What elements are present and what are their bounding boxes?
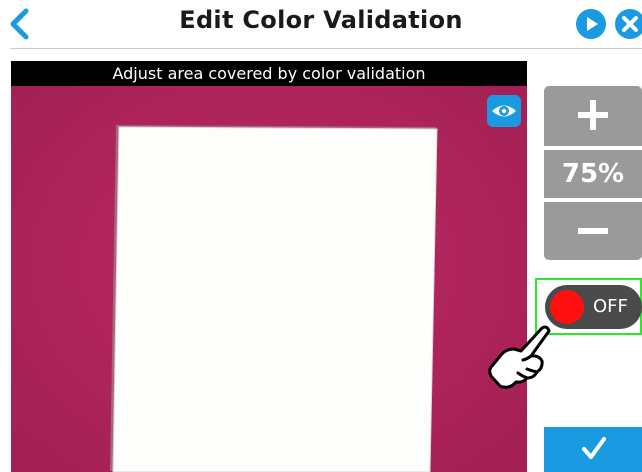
camera-view[interactable]: Adjust area covered by color validation: [11, 61, 527, 472]
zoom-out-button[interactable]: [544, 202, 642, 260]
visibility-toggle-button[interactable]: [487, 95, 521, 127]
page-title: Edit Color Validation: [179, 6, 463, 34]
zoom-level: 75%: [544, 150, 642, 198]
confirm-button[interactable]: [544, 427, 642, 472]
toggle-state-label: OFF: [593, 296, 628, 317]
color-validation-toggle[interactable]: OFF: [545, 285, 642, 329]
minus-icon: [578, 228, 608, 234]
plus-icon: [578, 100, 608, 130]
camera-caption: Adjust area covered by color validation: [11, 61, 527, 86]
header-bar: Edit Color Validation: [0, 0, 642, 48]
zoom-in-button[interactable]: [544, 86, 642, 146]
header-divider: [10, 48, 642, 49]
play-circle-icon: [576, 9, 606, 39]
close-circle-icon: [615, 9, 642, 39]
toggle-knob: [550, 290, 584, 324]
eye-icon: [487, 95, 521, 127]
white-target-card: [112, 126, 438, 472]
play-button[interactable]: [575, 8, 607, 40]
checkmark-icon: [582, 437, 606, 459]
close-button[interactable]: [614, 8, 642, 40]
pointing-hand-icon: [488, 325, 551, 389]
